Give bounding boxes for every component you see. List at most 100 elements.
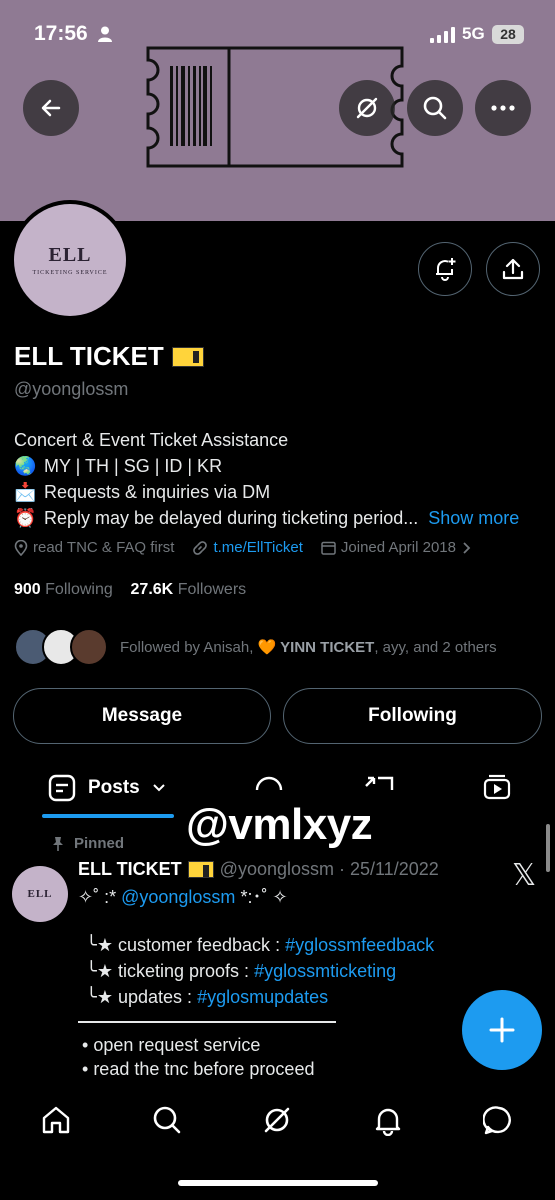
location-pin-icon xyxy=(14,539,28,556)
post-divider xyxy=(78,1021,336,1023)
grok-button[interactable] xyxy=(339,80,395,136)
post-avatar-logo-text: ELL xyxy=(27,888,53,900)
alarm-clock-icon: ⏰ xyxy=(14,508,37,528)
battery-indicator: 28 xyxy=(492,25,524,44)
back-button[interactable] xyxy=(23,80,79,136)
notify-button[interactable] xyxy=(418,242,472,296)
network-type: 5G xyxy=(462,24,485,43)
followers-count-link[interactable]: 27.6K Followers xyxy=(131,581,247,598)
post-header: ELL TICKET @yoonglossm · 25/11/2022 xyxy=(78,859,439,880)
following-count: 900 xyxy=(14,581,41,598)
post-line1-prefix: ✧˚ :* xyxy=(78,887,117,907)
bio-line-1: Concert & Event Ticket Assistance xyxy=(14,430,289,450)
followed-by-prefix: Followed by Anisah, xyxy=(120,639,258,656)
pinned-text: Pinned xyxy=(74,835,125,852)
ticket-emoji-icon xyxy=(171,346,204,367)
post-bullet-2: read the tnc before proceed xyxy=(93,1059,315,1079)
signal-icon xyxy=(430,27,455,43)
more-horizontal-icon xyxy=(491,105,515,111)
home-indicator[interactable] xyxy=(178,1180,378,1186)
bio-line-3: Requests & inquiries via DM xyxy=(44,482,271,502)
star-bullet-icon: ╰★ xyxy=(86,935,118,955)
post-author-avatar[interactable]: ELL xyxy=(12,866,68,922)
scrollbar[interactable] xyxy=(546,824,550,872)
plus-icon xyxy=(489,1017,515,1043)
status-bar: 17:56 5G 28 xyxy=(0,22,555,50)
bio-line-4: Reply may be delayed during ticketing pe… xyxy=(44,508,419,528)
chevron-down-icon[interactable] xyxy=(152,783,166,793)
search-icon xyxy=(423,96,447,120)
notifications-icon xyxy=(375,1108,401,1136)
status-time: 17:56 xyxy=(34,22,88,45)
person-icon xyxy=(98,26,112,42)
avatar-logo-subtext: TICKETING SERVICE xyxy=(32,270,108,276)
show-more-link[interactable]: Show more xyxy=(428,508,519,528)
profile-avatar[interactable]: ELL TICKETING SERVICE xyxy=(10,200,130,320)
arrow-left-icon xyxy=(41,99,61,117)
following-button[interactable]: Following xyxy=(283,688,542,744)
nav-notifications[interactable] xyxy=(368,1100,408,1140)
post-meta: @yoonglossm · 25/11/2022 xyxy=(219,859,439,879)
followed-by[interactable]: Followed by Anisah, 🧡 YINN TICKET, ayy, … xyxy=(14,627,544,667)
post-item2-label: ticketing proofs : xyxy=(117,961,250,981)
bio-line-2: MY | TH | SG | ID | KR xyxy=(44,456,223,476)
more-button[interactable] xyxy=(475,80,531,136)
following-count-link[interactable]: 900 Following xyxy=(14,581,113,598)
chevron-right-icon[interactable] xyxy=(461,541,471,555)
website-item[interactable]: t.me/EllTicket xyxy=(192,539,303,556)
bell-plus-icon xyxy=(436,258,456,281)
post-item2-tag[interactable]: #yglossmticketing xyxy=(254,961,396,981)
x-logo-icon: 𝕏 xyxy=(512,859,537,892)
tab-highlights-icon[interactable] xyxy=(364,774,396,792)
nav-home[interactable] xyxy=(36,1100,76,1140)
tab-posts-label: Posts xyxy=(88,777,140,798)
profile-meta: read TNC & FAQ first t.me/EllTicket Join… xyxy=(14,539,489,556)
tab-replies-icon[interactable] xyxy=(254,774,284,792)
profile-handle: @yoonglossm xyxy=(14,379,129,399)
post-item1-label: customer feedback : xyxy=(117,935,281,955)
calendar-icon xyxy=(321,541,336,555)
star-bullet-icon: ╰★ xyxy=(86,987,118,1007)
share-icon xyxy=(502,258,524,280)
location-text: read TNC & FAQ first xyxy=(33,539,175,556)
avatar-logo: ELL TICKETING SERVICE xyxy=(14,204,126,316)
followed-by-bold: 🧡 YINN TICKET xyxy=(257,639,375,656)
followers-count-label: Followers xyxy=(177,581,247,598)
location-item: read TNC & FAQ first xyxy=(14,539,174,556)
nav-messages[interactable] xyxy=(479,1100,519,1140)
follower-avatar-3 xyxy=(70,628,108,666)
avatar-logo-text: ELL xyxy=(48,244,92,266)
share-button[interactable] xyxy=(486,242,540,296)
post-author-name[interactable]: ELL TICKET xyxy=(78,859,182,880)
joined-text: Joined April 2018 xyxy=(340,539,456,556)
tab-active-indicator xyxy=(42,814,174,818)
link-icon xyxy=(193,540,208,555)
following-count-label: Following xyxy=(45,581,113,598)
post-item1-tag[interactable]: #yglossmfeedback xyxy=(285,935,434,955)
post-item3-tag[interactable]: #yglosmupdates xyxy=(197,987,328,1007)
post-body: ✧˚ :* @yoonglossm *:･˚ ✧ ╰★ customer fee… xyxy=(78,884,434,1010)
pin-icon xyxy=(53,836,63,851)
envelope-icon: 📩 xyxy=(14,482,37,502)
following-button-label: Following xyxy=(368,705,457,726)
search-button[interactable] xyxy=(407,80,463,136)
posts-icon xyxy=(48,774,76,802)
grok-icon xyxy=(356,97,378,119)
tab-media-icon[interactable] xyxy=(482,772,512,802)
post-mention[interactable]: @yoonglossm xyxy=(121,887,235,907)
compose-button[interactable] xyxy=(462,990,542,1070)
tab-posts[interactable]: Posts xyxy=(48,774,166,802)
nav-search[interactable] xyxy=(147,1100,187,1140)
message-button-label: Message xyxy=(101,705,183,726)
profile-name: ELL TICKET xyxy=(14,341,204,372)
follow-counts: 900 Following 27.6K Followers xyxy=(14,581,246,599)
home-icon xyxy=(42,1106,70,1134)
post-line1-suffix: *:･˚ ✧ xyxy=(240,887,288,907)
star-bullet-icon: ╰★ xyxy=(86,961,118,981)
grok-icon xyxy=(264,1107,290,1133)
search-icon xyxy=(153,1106,181,1134)
profile-bio: Concert & Event Ticket Assistance 🌏 MY | … xyxy=(14,427,544,531)
website-link[interactable]: t.me/EllTicket xyxy=(213,539,302,556)
message-button[interactable]: Message xyxy=(13,688,271,744)
nav-grok[interactable] xyxy=(257,1100,297,1140)
